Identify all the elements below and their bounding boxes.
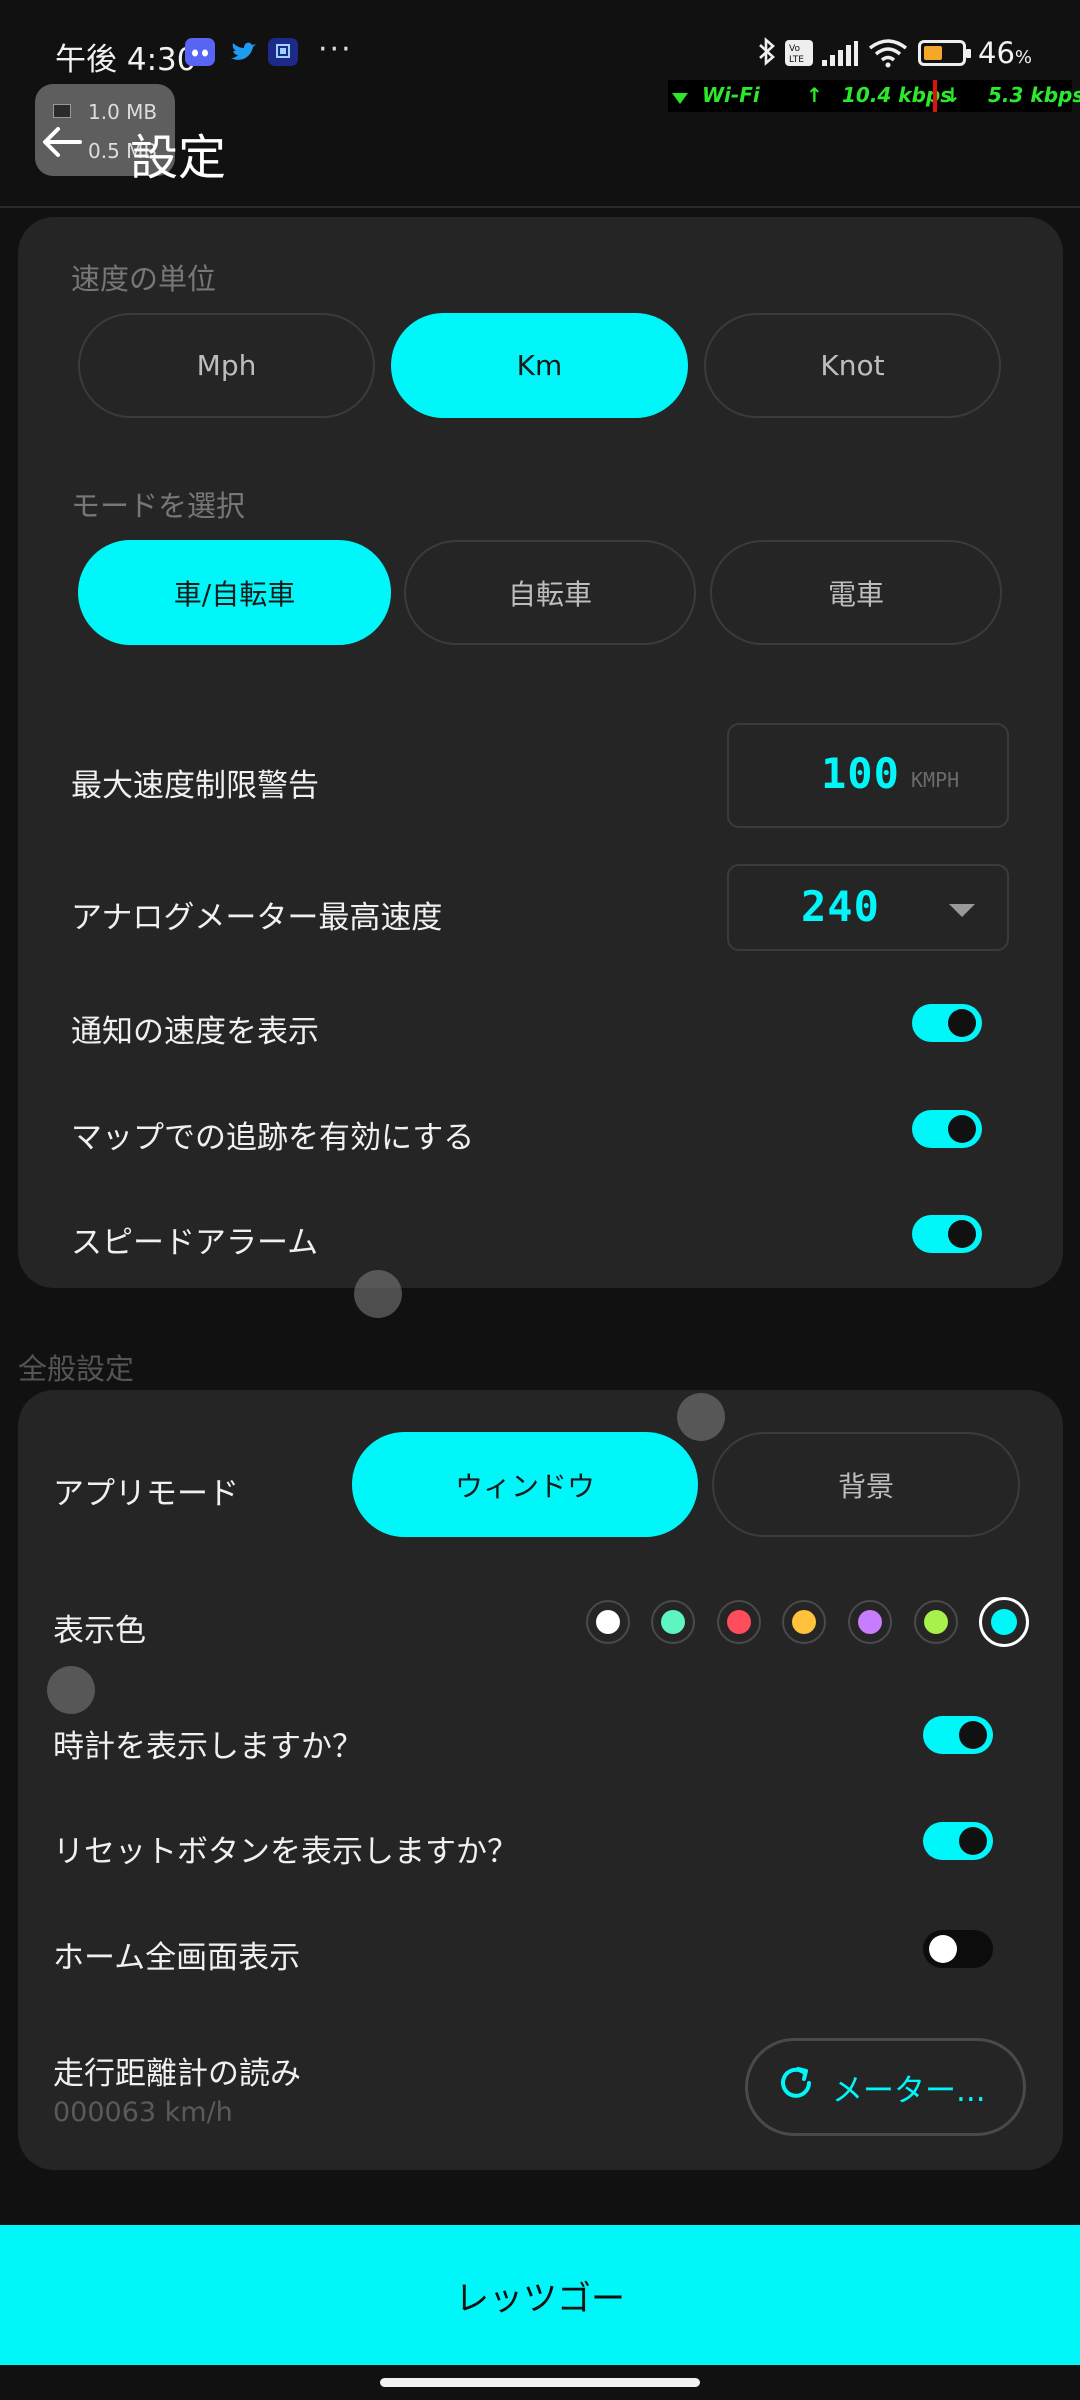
svg-text:Vo: Vo (789, 44, 800, 54)
discord-icon (185, 38, 215, 66)
color-dot (858, 1610, 882, 1634)
home-indicator[interactable] (380, 2378, 700, 2387)
speed-unit-label: 速度の単位 (71, 262, 217, 296)
toggle-label-map-tracking: マップでの追跡を有効にする (71, 1120, 475, 1156)
toggle-label-notification-speed: 通知の速度を表示 (71, 1014, 319, 1050)
touch-indicator (677, 1393, 725, 1441)
color-swatch-lime[interactable] (914, 1600, 958, 1644)
refresh-icon (776, 2063, 816, 2112)
wifi-indicator-icon (672, 86, 688, 110)
volte-icon: Vo LTE (785, 40, 813, 66)
color-dot (991, 1609, 1017, 1635)
svg-text:LTE: LTE (789, 55, 804, 65)
toggle-label-speed-alarm: スピードアラーム (71, 1225, 319, 1261)
color-swatch-mint[interactable] (651, 1600, 695, 1644)
meter-reset-button[interactable]: メーター... (745, 2038, 1026, 2136)
map-tracking-toggle[interactable] (912, 1110, 982, 1148)
color-swatch-yellow[interactable] (782, 1600, 826, 1644)
mode-car-bike-button[interactable]: 車/自転車 (78, 540, 391, 645)
unit-mph-button[interactable]: Mph (78, 313, 375, 418)
touch-indicator (47, 1666, 95, 1714)
net-wifi-label: Wi-Fi (702, 83, 760, 107)
analog-max-speed-dropdown[interactable]: 240 (727, 864, 1009, 951)
general-settings-title: 全般設定 (18, 1352, 135, 1386)
status-bar: 午後 4:30 ··· Vo LTE 46% (0, 0, 1080, 80)
notification-speed-toggle[interactable] (912, 1004, 982, 1042)
show-reset-toggle[interactable] (923, 1822, 993, 1860)
color-swatch-cyan-selected[interactable] (979, 1597, 1029, 1647)
bluetooth-icon (756, 36, 778, 75)
color-dot (924, 1610, 948, 1634)
more-notifications-icon: ··· (318, 32, 353, 67)
color-swatch-purple[interactable] (848, 1600, 892, 1644)
display-color-label: 表示色 (53, 1613, 146, 1649)
app-mode-background-button[interactable]: 背景 (712, 1432, 1020, 1537)
speed-alarm-toggle[interactable] (912, 1215, 982, 1253)
show-clock-toggle[interactable] (923, 1716, 993, 1754)
twitter-icon (228, 38, 258, 66)
mode-train-button[interactable]: 電車 (710, 540, 1002, 645)
status-time: 午後 4:30 (55, 42, 197, 78)
toggle-label-show-clock: 時計を表示しますか？ (53, 1729, 363, 1765)
max-speed-unit: KMPH (911, 768, 960, 792)
analog-max-speed-label: アナログメーター最高速度 (71, 900, 443, 936)
max-speed-warning-label: 最大速度制限警告 (71, 768, 319, 804)
color-dot (727, 1610, 751, 1634)
color-swatch-red[interactable] (717, 1600, 761, 1644)
meter-button-label: メーター... (832, 2072, 986, 2109)
app-mode-label: アプリモード (53, 1476, 239, 1512)
download-arrow-icon: ↓ (944, 83, 961, 107)
data-icon (53, 104, 71, 118)
signal-icon (820, 40, 860, 72)
unit-km-button[interactable]: Km (391, 313, 688, 418)
lets-go-button[interactable]: レッツゴー (0, 2225, 1080, 2365)
upload-arrow-icon: ↑ (806, 83, 823, 107)
toggle-label-home-fullscreen: ホーム全画面表示 (53, 1940, 301, 1976)
mode-select-label: モードを選択 (71, 489, 246, 523)
color-swatch-white[interactable] (586, 1600, 630, 1644)
chevron-down-icon (949, 904, 975, 917)
toggle-label-show-reset: リセットボタンを表示しますか？ (53, 1834, 518, 1870)
odometer-label: 走行距離計の読み (53, 2056, 301, 2092)
net-divider (933, 80, 937, 112)
touch-indicator (354, 1270, 402, 1318)
net-download-speed: 5.3 kbps (988, 83, 1080, 107)
max-speed-input[interactable]: 100 KMPH (727, 723, 1009, 828)
max-speed-value: 100 (821, 749, 900, 798)
color-dot (661, 1610, 685, 1634)
battery-icon (918, 40, 971, 66)
analog-max-speed-value: 240 (801, 882, 880, 931)
color-dot (792, 1610, 816, 1634)
wifi-icon (868, 38, 908, 72)
page-title: 設定 (130, 130, 227, 186)
app-cube-icon (268, 38, 298, 66)
mode-bicycle-button[interactable]: 自転車 (404, 540, 696, 645)
odometer-value: 000063 km/h (53, 2097, 233, 2128)
battery-percent: 46% (978, 36, 1033, 70)
color-dot (596, 1610, 620, 1634)
unit-knot-button[interactable]: Knot (704, 313, 1001, 418)
home-fullscreen-toggle[interactable] (923, 1930, 993, 1968)
back-arrow-icon[interactable] (40, 120, 90, 170)
network-speed-overlay: Wi-Fi ↑ 10.4 kbps ↓ 5.3 kbps (668, 80, 1080, 112)
header-divider (0, 206, 1080, 208)
app-mode-window-button[interactable]: ウィンドウ (352, 1432, 698, 1537)
